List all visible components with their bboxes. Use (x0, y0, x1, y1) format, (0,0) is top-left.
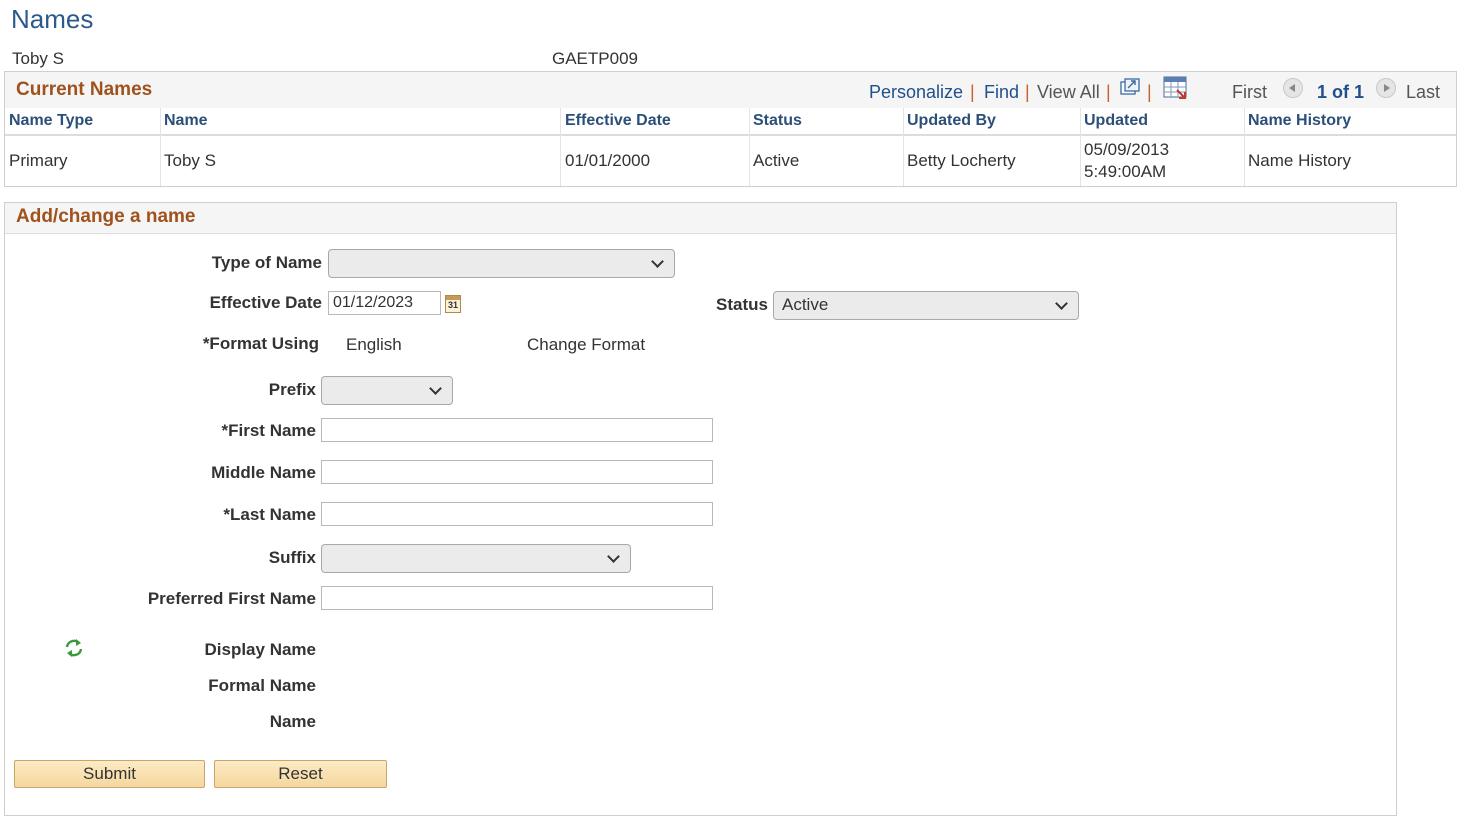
column-divider (749, 108, 750, 186)
person-name: Toby S (12, 49, 64, 68)
find-link[interactable]: Find (984, 82, 1019, 103)
calendar-icon[interactable]: 31 (445, 295, 461, 313)
first-label: First (1232, 82, 1267, 102)
col-name-history[interactable]: Name History (1248, 112, 1351, 130)
prefix-label: Prefix (268, 380, 316, 399)
add-change-name-panel: Add/change a name Type of Name Effective… (4, 202, 1397, 816)
form-header: Add/change a name (5, 203, 1396, 234)
view-all-link[interactable]: View All (1037, 82, 1100, 103)
nav-separator: | (970, 82, 975, 102)
format-using-value: English (346, 335, 402, 354)
column-divider (160, 108, 161, 186)
name-label: Name (269, 712, 316, 731)
name-history-link[interactable]: Name History (1248, 151, 1351, 171)
effective-date-label: Effective Date (209, 293, 322, 312)
last-name-input[interactable] (321, 502, 713, 526)
cell-updated-date: 05/09/2013 (1084, 140, 1170, 159)
personalize-link[interactable]: Personalize (869, 82, 963, 103)
col-updated[interactable]: Updated (1084, 112, 1148, 130)
cell-updated-by: Betty Locherty (907, 151, 1016, 170)
col-updated-by[interactable]: Updated By (907, 112, 996, 130)
status-select[interactable]: Active (773, 291, 1079, 320)
preferred-first-name-label: Preferred First Name (147, 589, 316, 608)
first-name-input[interactable] (321, 418, 713, 442)
prev-icon[interactable] (1283, 78, 1303, 98)
chevron-down-icon (1055, 297, 1068, 310)
column-divider (903, 108, 904, 186)
col-effective-date[interactable]: Effective Date (565, 112, 671, 130)
cell-name: Toby S (164, 151, 216, 170)
cell-updated-time: 5:49:00AM (1084, 162, 1167, 181)
calendar-day: 31 (448, 300, 459, 310)
column-headers: Name Type Name Effective Date Status Upd… (5, 108, 1456, 136)
column-divider (560, 108, 561, 186)
cell-name-type[interactable]: Primary (9, 151, 68, 171)
middle-name-input[interactable] (321, 460, 713, 484)
submit-button[interactable]: Submit (14, 760, 205, 788)
grid-title: Current Names (16, 79, 153, 100)
display-name-label: Display Name (204, 640, 317, 659)
cell-effective-date: 01/01/2000 (565, 151, 651, 170)
change-format-link[interactable]: Change Format (527, 335, 645, 355)
reset-button[interactable]: Reset (214, 760, 387, 788)
chevron-down-icon (429, 382, 442, 395)
formal-name-label: Formal Name (208, 676, 316, 695)
page-title: Names (11, 4, 94, 34)
refresh-icon[interactable] (63, 637, 85, 664)
column-divider (1080, 108, 1081, 186)
chevron-down-icon (607, 550, 620, 563)
col-status[interactable]: Status (753, 112, 802, 130)
nav-separator: | (1025, 82, 1030, 102)
chevron-down-icon (651, 255, 664, 268)
type-of-name-label: Type of Name (211, 253, 322, 272)
column-divider (1244, 108, 1245, 186)
grid-header: Current Names Personalize | Find | View … (5, 72, 1456, 109)
cell-status: Active (753, 151, 800, 170)
nav-separator: | (1147, 82, 1152, 102)
suffix-label: Suffix (268, 548, 316, 567)
next-icon[interactable] (1376, 78, 1396, 98)
type-of-name-select[interactable] (328, 249, 675, 278)
current-names-grid: Current Names Personalize | Find | View … (4, 71, 1457, 187)
form-title: Add/change a name (16, 206, 196, 227)
col-name-type[interactable]: Name Type (9, 112, 93, 130)
status-value: Active (782, 295, 829, 314)
zoom-out-icon[interactable] (1119, 77, 1141, 102)
col-name[interactable]: Name (164, 112, 208, 130)
preferred-first-name-input[interactable] (321, 586, 713, 610)
status-label: Status (716, 295, 768, 314)
effective-date-input[interactable] (328, 291, 441, 315)
format-using-label: *Format Using (202, 334, 319, 353)
last-name-label: *Last Name (223, 505, 316, 524)
first-name-label: *First Name (221, 421, 316, 440)
person-id: GAETP009 (552, 49, 638, 68)
nav-separator: | (1106, 82, 1111, 102)
download-grid-icon[interactable] (1163, 76, 1189, 105)
suffix-select[interactable] (321, 544, 631, 573)
page-count: 1 of 1 (1317, 82, 1365, 102)
prefix-select[interactable] (321, 376, 453, 405)
middle-name-label: Middle Name (211, 463, 316, 482)
last-label: Last (1406, 82, 1441, 102)
